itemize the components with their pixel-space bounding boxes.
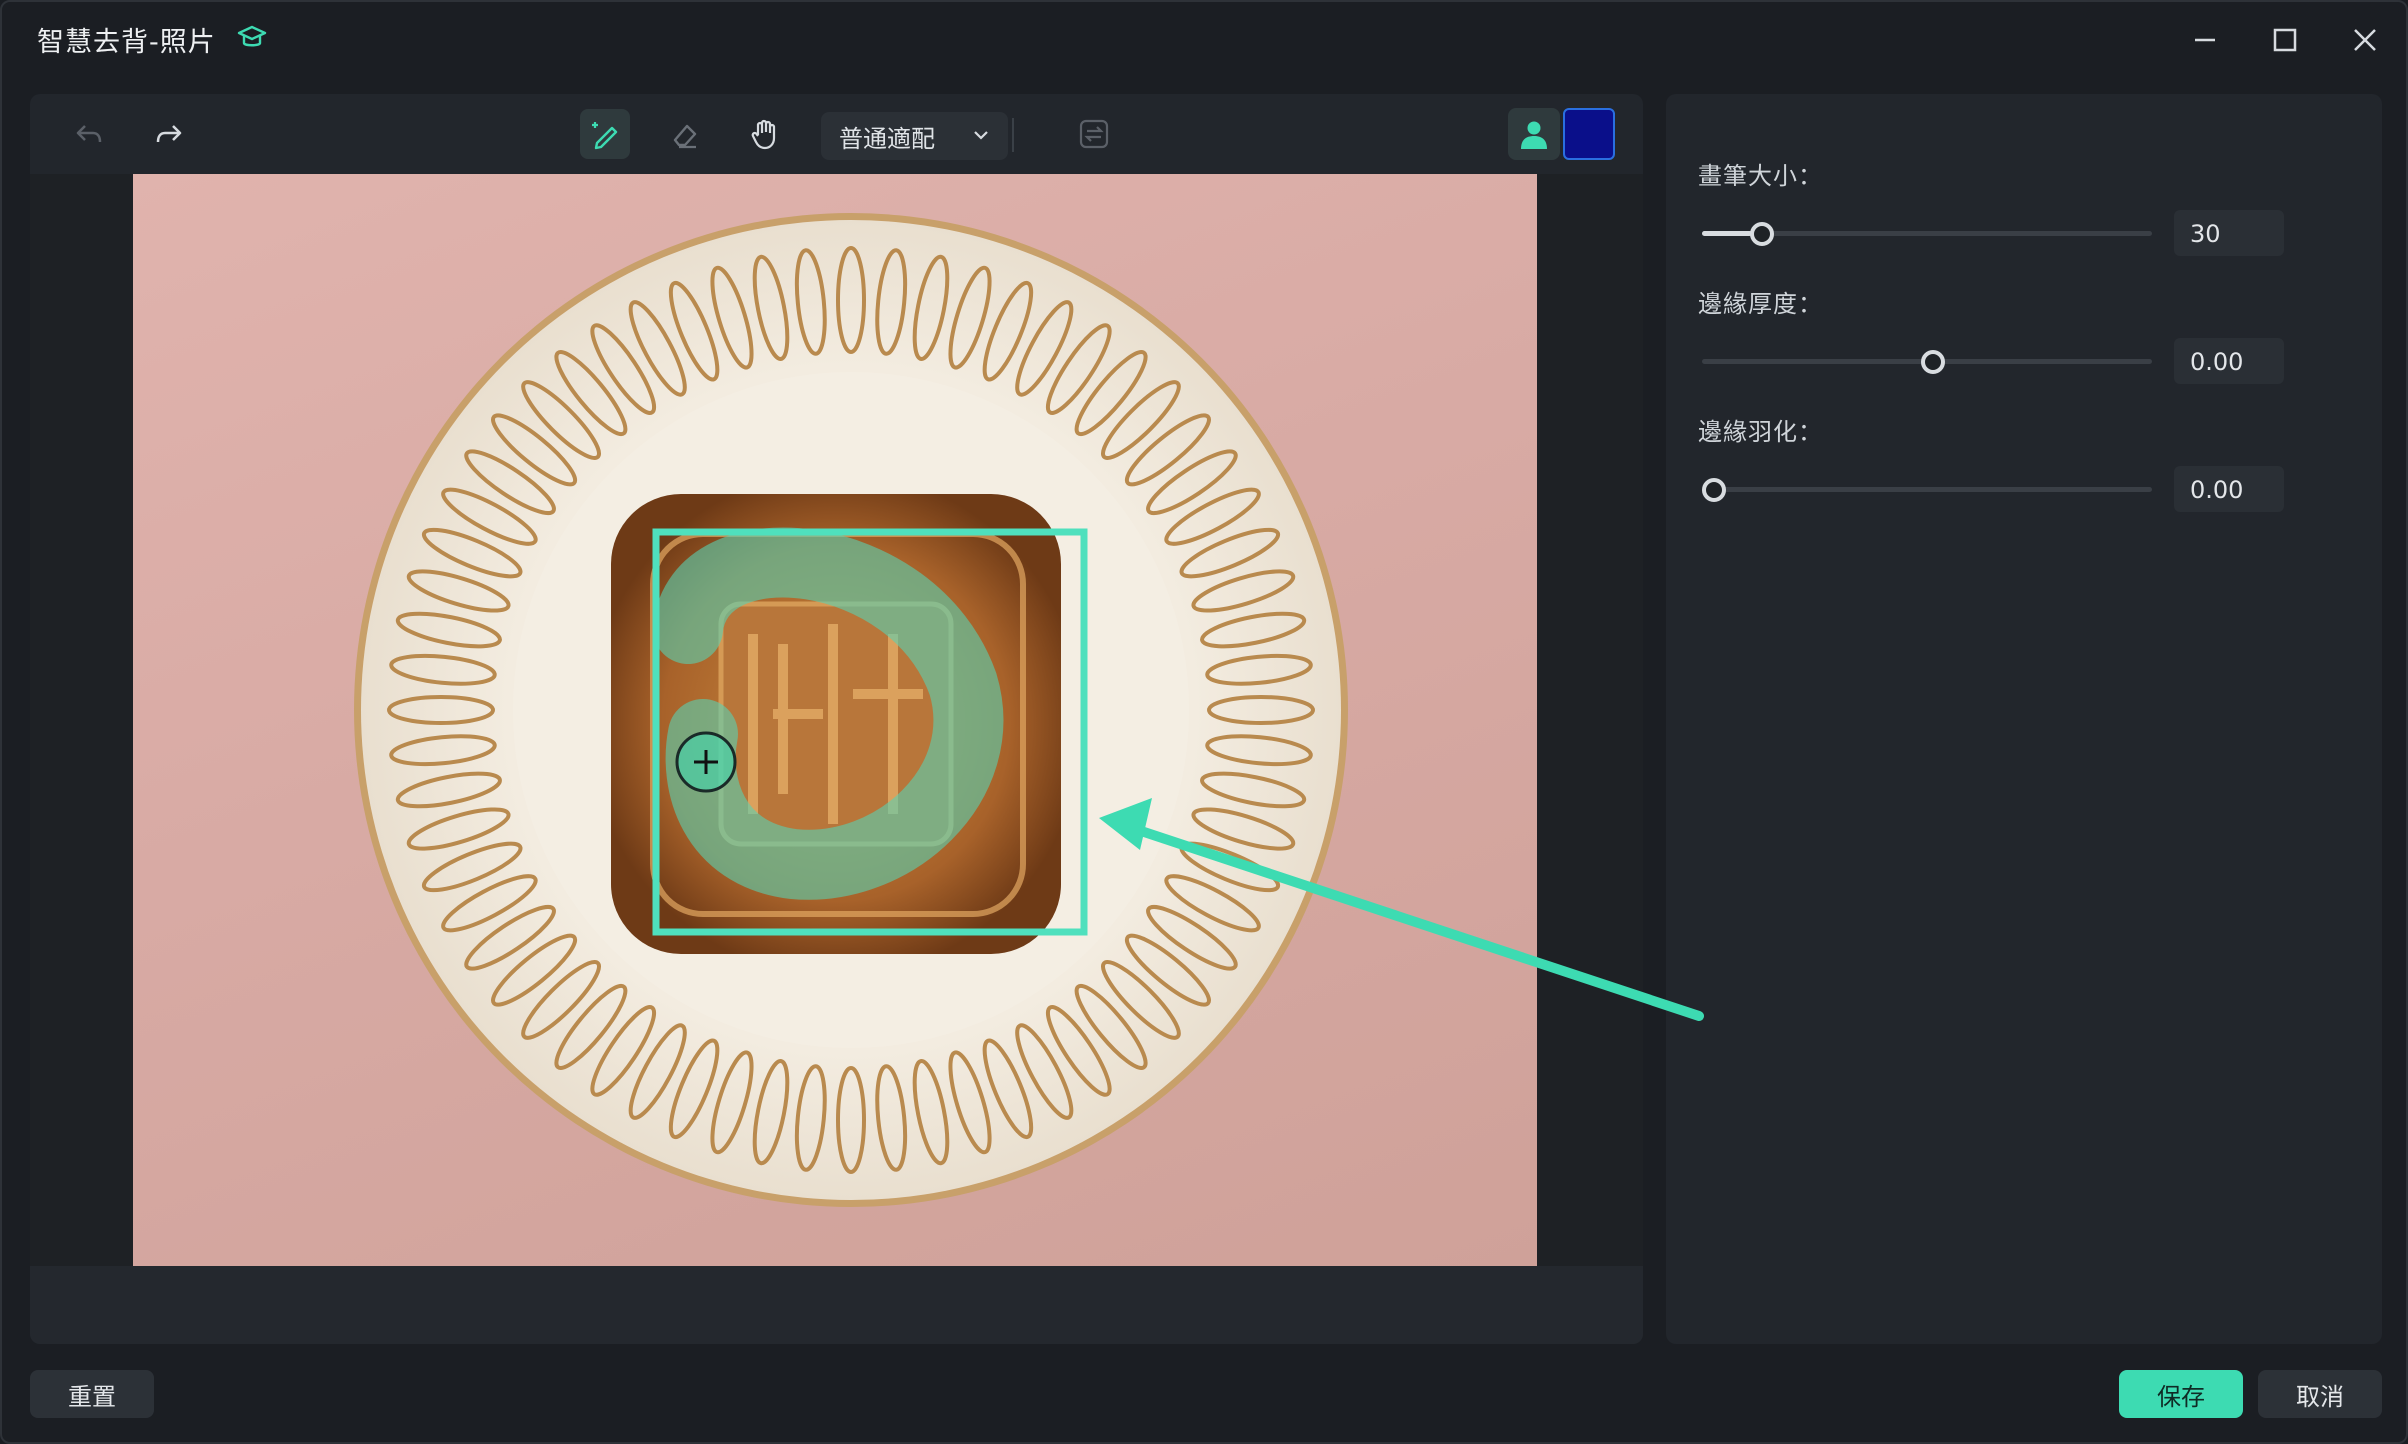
fit-mode-value: 普通適配 [839, 124, 935, 153]
graduation-cap-icon[interactable] [236, 22, 268, 54]
person-icon [1521, 121, 1547, 149]
redo-button[interactable] [144, 109, 194, 159]
undo-icon [76, 125, 102, 143]
save-button[interactable]: 保存 [2119, 1370, 2243, 1418]
minimize-button[interactable] [2185, 20, 2225, 60]
slider-track [1702, 487, 2152, 492]
smart-brush-button[interactable] [580, 109, 630, 159]
smart-brush-icon [592, 122, 618, 150]
person-mode-button[interactable] [1508, 108, 1560, 160]
brush-size-slider[interactable] [1702, 218, 2152, 248]
edge-feather-input[interactable]: 0.00 [2174, 466, 2284, 512]
redo-icon [156, 125, 182, 143]
eraser-icon [673, 124, 697, 149]
fit-mode-select[interactable]: 普通適配 [821, 112, 1008, 160]
slider-knob[interactable] [1702, 478, 1726, 502]
chevron-down-icon [974, 131, 988, 140]
hand-icon [751, 119, 776, 150]
mooncake-photo[interactable] [133, 174, 1537, 1266]
edge-feather-slider[interactable] [1702, 474, 2152, 504]
background-color-swatch[interactable] [1563, 108, 1615, 160]
slider-knob[interactable] [1750, 222, 1775, 246]
slider-fill [1702, 231, 1752, 236]
slider-knob[interactable] [1921, 350, 1945, 374]
smart-cutout-window: 智慧去背-照片 普通適配 畫筆大小： 30 邊緣厚度： 0.00 邊緣羽化： 0… [0, 0, 2408, 1444]
editor-footer [30, 1266, 1643, 1344]
edge-feather-label: 邊緣羽化： [1698, 418, 1823, 446]
swap-icon [1079, 119, 1109, 149]
edge-thickness-label: 邊緣厚度： [1698, 290, 1823, 318]
cancel-button[interactable]: 取消 [2258, 1370, 2382, 1418]
mooncake-plate-image [354, 213, 1348, 1207]
toolbar-divider [1012, 118, 1014, 152]
close-icon [2354, 29, 2376, 51]
canvas-area[interactable] [30, 174, 1643, 1266]
editor-toolbar: 普通適配 [30, 94, 1643, 174]
hand-button[interactable] [740, 109, 790, 159]
editor-panel: 普通適配 [30, 94, 1643, 1344]
title-bar: 智慧去背-照片 [2, 2, 2406, 74]
swap-button[interactable] [1069, 109, 1119, 159]
close-button[interactable] [2345, 20, 2385, 60]
eraser-button[interactable] [660, 109, 710, 159]
brush-size-label: 畫筆大小： [1698, 162, 1823, 190]
undo-button[interactable] [64, 109, 114, 159]
reset-button[interactable]: 重置 [30, 1370, 154, 1418]
brush-size-input[interactable]: 30 [2174, 210, 2284, 256]
minimize-icon [2195, 38, 2215, 42]
window-title: 智慧去背-照片 [37, 27, 216, 58]
maximize-button[interactable] [2265, 20, 2305, 60]
settings-panel: 畫筆大小： 30 邊緣厚度： 0.00 邊緣羽化： 0.00 [1666, 94, 2382, 1344]
maximize-icon [2273, 28, 2297, 52]
edge-thickness-input[interactable]: 0.00 [2174, 338, 2284, 384]
edge-thickness-slider[interactable] [1702, 346, 2152, 376]
